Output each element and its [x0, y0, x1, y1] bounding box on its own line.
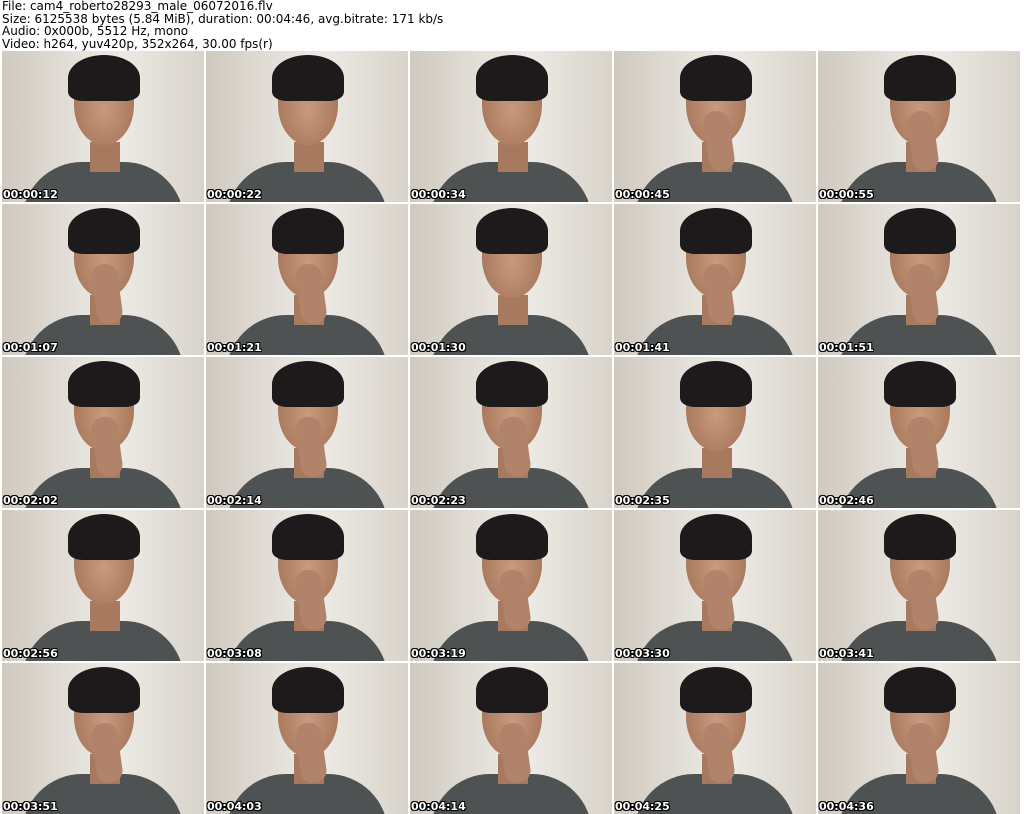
hair: [272, 667, 344, 713]
video-thumbnail: 00:02:35: [614, 357, 816, 508]
timestamp: 00:03:19: [411, 647, 466, 660]
hair: [680, 208, 752, 254]
video-thumbnail: 00:02:14: [206, 357, 408, 508]
video-thumbnail: 00:00:55: [818, 51, 1020, 202]
neck: [90, 601, 120, 631]
video-thumbnail: 00:04:25: [614, 663, 816, 814]
timestamp: 00:02:35: [615, 494, 670, 507]
video-thumbnail: 00:04:14: [410, 663, 612, 814]
hair: [476, 55, 548, 101]
video-thumbnail: 00:00:45: [614, 51, 816, 202]
timestamp: 00:01:30: [411, 341, 466, 354]
hair: [272, 361, 344, 407]
file-info-header: File: cam4_roberto28293_male_06072016.fl…: [2, 0, 443, 50]
video-thumbnail: 00:00:22: [206, 51, 408, 202]
timestamp: 00:00:12: [3, 188, 58, 201]
video-thumbnail: 00:01:07: [2, 204, 204, 355]
hair: [884, 55, 956, 101]
video-thumbnail: 00:03:19: [410, 510, 612, 661]
hair: [68, 55, 140, 101]
hair: [884, 667, 956, 713]
timestamp: 00:03:30: [615, 647, 670, 660]
hair: [884, 208, 956, 254]
timestamp: 00:04:25: [615, 800, 670, 813]
video-thumbnail: 00:00:12: [2, 51, 204, 202]
hair: [476, 361, 548, 407]
timestamp: 00:02:02: [3, 494, 58, 507]
file-name: File: cam4_roberto28293_male_06072016.fl…: [2, 0, 273, 13]
timestamp: 00:01:21: [207, 341, 262, 354]
timestamp: 00:01:07: [3, 341, 58, 354]
video-thumbnail: 00:02:46: [818, 357, 1020, 508]
hair: [68, 667, 140, 713]
timestamp: 00:03:51: [3, 800, 58, 813]
timestamp: 00:02:23: [411, 494, 466, 507]
video-thumbnail: 00:01:51: [818, 204, 1020, 355]
timestamp: 00:04:14: [411, 800, 466, 813]
hair: [476, 208, 548, 254]
video-thumbnail: 00:01:30: [410, 204, 612, 355]
hair: [68, 361, 140, 407]
timestamp: 00:02:46: [819, 494, 874, 507]
timestamp: 00:04:36: [819, 800, 874, 813]
neck: [498, 142, 528, 172]
video-thumbnail: 00:03:08: [206, 510, 408, 661]
neck: [294, 142, 324, 172]
video-thumbnail: 00:02:02: [2, 357, 204, 508]
timestamp: 00:00:34: [411, 188, 466, 201]
hair: [680, 667, 752, 713]
neck: [498, 295, 528, 325]
hair: [884, 361, 956, 407]
hair: [476, 514, 548, 560]
neck: [90, 142, 120, 172]
timestamp: 00:01:51: [819, 341, 874, 354]
timestamp: 00:00:55: [819, 188, 874, 201]
hair: [272, 55, 344, 101]
hair: [884, 514, 956, 560]
video-thumbnail: 00:01:41: [614, 204, 816, 355]
video-thumbnail: 00:00:34: [410, 51, 612, 202]
neck: [702, 448, 732, 478]
hair: [68, 208, 140, 254]
video-thumbnail: 00:02:56: [2, 510, 204, 661]
timestamp: 00:04:03: [207, 800, 262, 813]
video-thumbnail: 00:03:51: [2, 663, 204, 814]
timestamp: 00:02:56: [3, 647, 58, 660]
hair: [680, 514, 752, 560]
hair: [272, 514, 344, 560]
timestamp: 00:00:22: [207, 188, 262, 201]
timestamp: 00:03:41: [819, 647, 874, 660]
video-thumbnail: 00:03:30: [614, 510, 816, 661]
thumbnail-grid: 00:00:12 00:00:22 00:00:34 00:00:45 00:00:55…: [2, 51, 1020, 814]
video-thumbnail: 00:03:41: [818, 510, 1020, 661]
video-info: Video: h264, yuv420p, 352x264, 30.00 fps…: [2, 36, 273, 51]
hair: [68, 514, 140, 560]
hair: [476, 667, 548, 713]
video-thumbnail: 00:04:03: [206, 663, 408, 814]
video-thumbnail: 00:04:36: [818, 663, 1020, 814]
hair: [272, 208, 344, 254]
hair: [680, 361, 752, 407]
timestamp: 00:00:45: [615, 188, 670, 201]
video-thumbnail: 00:01:21: [206, 204, 408, 355]
timestamp: 00:01:41: [615, 341, 670, 354]
video-thumbnail: 00:02:23: [410, 357, 612, 508]
audio-info: Audio: 0x000b, 5512 Hz, mono: [2, 24, 189, 38]
timestamp: 00:03:08: [207, 647, 262, 660]
timestamp: 00:02:14: [207, 494, 262, 507]
hair: [680, 55, 752, 101]
